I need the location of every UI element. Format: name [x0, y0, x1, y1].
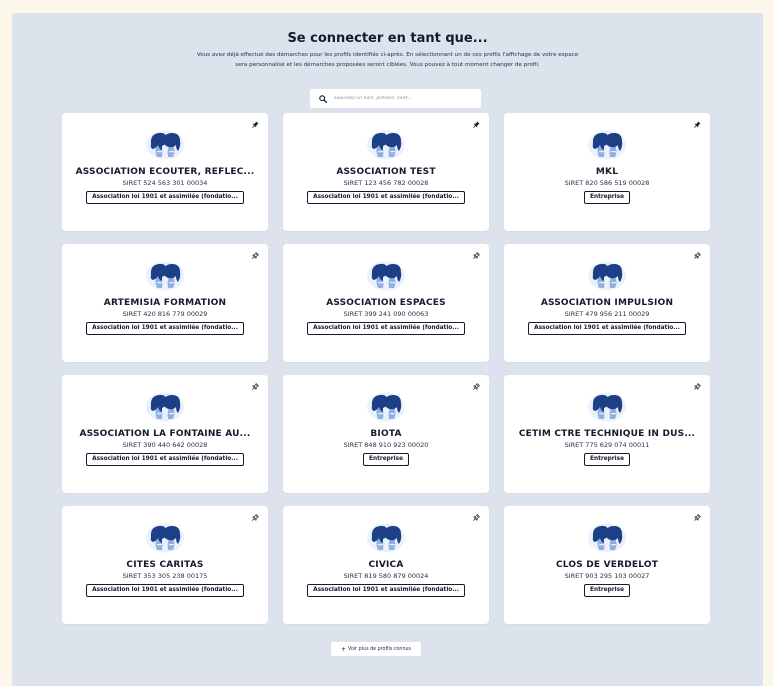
profile-siret: SIRET 903 295 103 00027	[564, 572, 650, 580]
avatar-icon	[588, 392, 626, 422]
profile-name: ASSOCIATION ESPACES	[326, 298, 446, 308]
profile-siret: SIRET 420 816 779 00029	[122, 310, 208, 318]
plus-icon: +	[340, 645, 346, 653]
profile-name: ASSOCIATION TEST	[336, 167, 436, 177]
profile-type-badge: Association loi 1901 et assimilée (fonda…	[307, 322, 465, 335]
show-more-label: Voir plus de profils connus	[347, 646, 412, 652]
profile-siret: SIRET 775 629 074 00011	[564, 441, 650, 449]
avatar-icon	[146, 523, 184, 553]
unpinned-icon[interactable]	[251, 514, 259, 522]
profile-card-12[interactable]: CLOS DE VERDELOT SIRET 903 295 103 00027…	[504, 506, 710, 624]
profile-siret: SIRET 819 580 879 00024	[343, 572, 429, 580]
pinned-icon[interactable]	[251, 121, 259, 129]
profile-card-8[interactable]: BIOTA SIRET 848 910 923 00020 Entreprise	[283, 375, 489, 493]
avatar-icon	[588, 130, 626, 160]
pinned-icon[interactable]	[693, 121, 701, 129]
profile-type-badge: Association loi 1901 et assimilée (fonda…	[86, 584, 244, 597]
search-icon	[319, 94, 327, 103]
profile-type-badge: Association loi 1901 et assimilée (fonda…	[86, 453, 244, 466]
profile-type-badge: Association loi 1901 et assimilée (fonda…	[307, 584, 465, 597]
page-title: Se connecter en tant que...	[287, 31, 488, 46]
profile-name: CITES CARITAS	[126, 560, 204, 570]
profile-name: BIOTA	[370, 429, 402, 439]
unpinned-icon[interactable]	[693, 514, 701, 522]
unpinned-icon[interactable]	[251, 383, 259, 391]
show-more-profiles-button[interactable]: + Voir plus de profils connus	[331, 642, 421, 656]
profile-name: CETIM CTRE TECHNIQUE IN DUS...	[518, 429, 696, 439]
avatar-icon	[367, 130, 405, 160]
profile-siret: SIRET 123 456 782 00028	[343, 179, 429, 187]
unpinned-icon[interactable]	[693, 252, 701, 260]
profile-type-badge: Entreprise	[362, 453, 410, 466]
profile-card-9[interactable]: CETIM CTRE TECHNIQUE IN DUS... SIRET 775…	[504, 375, 710, 493]
avatar-icon	[146, 130, 184, 160]
profile-name: ASSOCIATION LA FONTAINE AU...	[79, 429, 251, 439]
profile-type-badge: Association loi 1901 et assimilée (fonda…	[86, 191, 244, 204]
unpinned-icon[interactable]	[251, 252, 259, 260]
avatar-icon	[588, 261, 626, 291]
avatar-icon	[367, 261, 405, 291]
avatar-icon	[146, 392, 184, 422]
avatar-icon	[367, 523, 405, 553]
profile-siret: SIRET 848 910 923 00020	[343, 441, 429, 449]
profile-card-2[interactable]: ASSOCIATION TEST SIRET 123 456 782 00028…	[283, 113, 489, 231]
profile-type-badge: Association loi 1901 et assimilée (fonda…	[307, 191, 465, 204]
profile-type-badge: Entreprise	[583, 191, 631, 204]
profile-card-6[interactable]: ASSOCIATION IMPULSION SIRET 479 956 211 …	[504, 244, 710, 362]
profile-grid: ASSOCIATION ECOUTER, REFLEC... SIRET 524…	[62, 113, 710, 624]
profile-name: MKL	[595, 167, 619, 177]
unpinned-icon[interactable]	[472, 514, 480, 522]
page-description: Vous avez déjà effectué des démarches po…	[112, 50, 663, 70]
profile-type-badge: Association loi 1901 et assimilée (fonda…	[86, 322, 244, 335]
avatar-icon	[588, 523, 626, 553]
profile-siret: SIRET 524 563 301 00034	[122, 179, 208, 187]
search-box[interactable]	[310, 89, 481, 108]
profile-siret: SIRET 399 241 090 00063	[343, 310, 429, 318]
profile-name: CIVICA	[368, 560, 404, 570]
description-line-2: sera personnalisé et les démarches propo…	[235, 62, 540, 68]
profile-type-badge: Entreprise	[583, 584, 631, 597]
unpinned-icon[interactable]	[693, 383, 701, 391]
profile-siret: SIRET 479 956 211 00029	[564, 310, 650, 318]
profile-card-7[interactable]: ASSOCIATION LA FONTAINE AU... SIRET 390 …	[62, 375, 268, 493]
profile-type-badge: Entreprise	[583, 453, 631, 466]
unpinned-icon[interactable]	[472, 383, 480, 391]
pinned-icon[interactable]	[472, 121, 480, 129]
profile-name: ARTEMISIA FORMATION	[103, 298, 227, 308]
profile-card-10[interactable]: CITES CARITAS SIRET 353 305 238 00175 As…	[62, 506, 268, 624]
profile-siret: SIRET 353 305 238 00175	[122, 572, 208, 580]
avatar-icon	[367, 392, 405, 422]
profile-name: ASSOCIATION ECOUTER, REFLEC...	[75, 167, 255, 177]
profile-card-5[interactable]: ASSOCIATION ESPACES SIRET 399 241 090 00…	[283, 244, 489, 362]
description-line-1: Vous avez déjà effectué des démarches po…	[196, 52, 579, 58]
profile-card-4[interactable]: ARTEMISIA FORMATION SIRET 420 816 779 00…	[62, 244, 268, 362]
avatar-icon	[146, 261, 184, 291]
profile-card-1[interactable]: ASSOCIATION ECOUTER, REFLEC... SIRET 524…	[62, 113, 268, 231]
search-input[interactable]	[334, 96, 474, 101]
unpinned-icon[interactable]	[472, 252, 480, 260]
profile-siret: SIRET 390 440 642 00028	[122, 441, 208, 449]
profile-siret: SIRET 820 586 519 00028	[564, 179, 650, 187]
profile-card-3[interactable]: MKL SIRET 820 586 519 00028 Entreprise	[504, 113, 710, 231]
profile-card-11[interactable]: CIVICA SIRET 819 580 879 00024 Associati…	[283, 506, 489, 624]
profile-type-badge: Association loi 1901 et assimilée (fonda…	[528, 322, 686, 335]
profile-name: CLOS DE VERDELOT	[555, 560, 659, 570]
profile-name: ASSOCIATION IMPULSION	[540, 298, 674, 308]
